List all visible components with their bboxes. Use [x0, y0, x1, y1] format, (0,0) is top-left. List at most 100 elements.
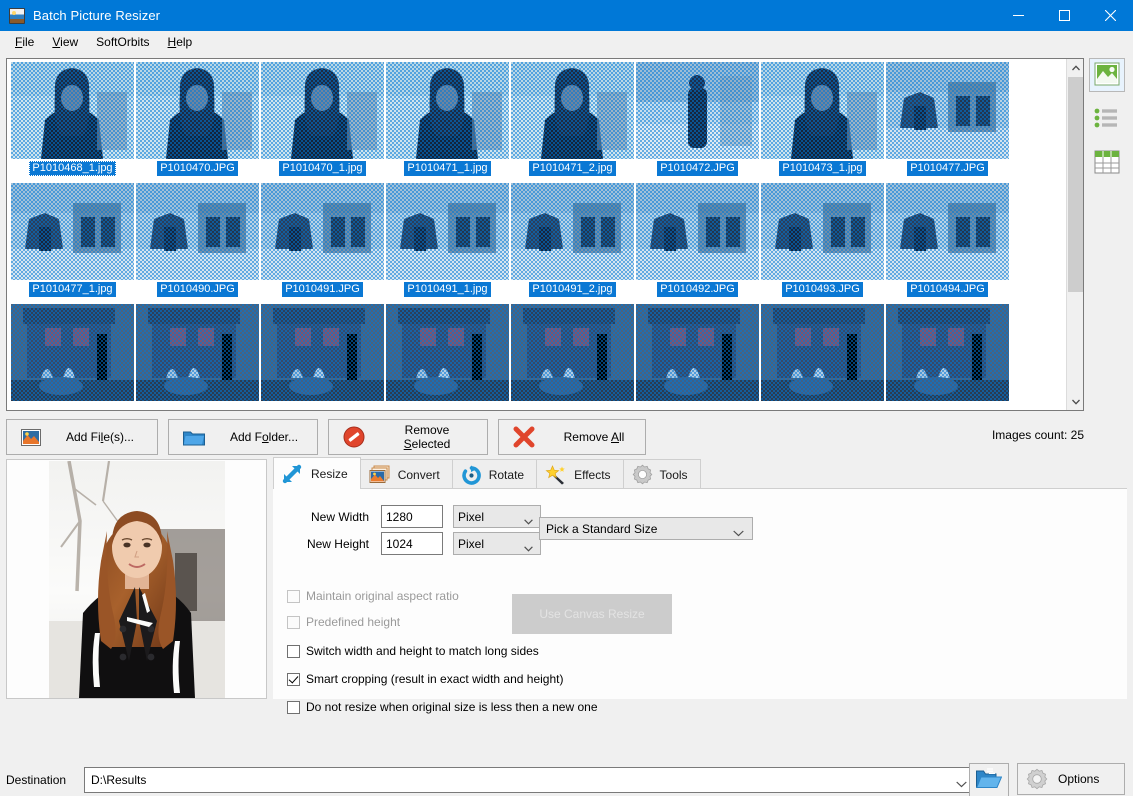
- list-icon: [1094, 107, 1120, 132]
- smart-cropping-checkbox[interactable]: Smart cropping (result in exact width an…: [287, 672, 563, 686]
- thumbnail-label: P1010471_1.jpg: [404, 161, 490, 176]
- menu-softorbits[interactable]: SoftOrbits: [87, 32, 158, 52]
- predefined-height-label: Predefined height: [306, 615, 400, 629]
- thumbnail-item[interactable]: [510, 304, 635, 410]
- thumbnail-image-wrapper: [511, 183, 634, 280]
- thumbnail-item[interactable]: P1010490.JPG: [135, 183, 260, 303]
- tab-convert[interactable]: Convert: [360, 459, 453, 489]
- minimize-button[interactable]: [995, 0, 1041, 31]
- thumbnail-item[interactable]: P1010468_1.jpg: [10, 62, 135, 182]
- standard-size-value: Pick a Standard Size: [546, 522, 657, 536]
- rotate-icon: [461, 465, 482, 485]
- thumbnail-image-wrapper: [261, 304, 384, 401]
- remove-selected-label: Remove Selected: [381, 423, 473, 451]
- thumbnail-image-wrapper: [11, 62, 134, 159]
- thumbnail-label: P1010492.JPG: [657, 282, 738, 297]
- thumbnail-image: [11, 62, 134, 159]
- scrollbar-thumb[interactable]: [1068, 77, 1083, 292]
- thumbnail-image: [136, 183, 259, 280]
- thumbnail-item[interactable]: P1010470.JPG: [135, 62, 260, 182]
- chevron-down-icon: [733, 526, 744, 540]
- add-folder-button[interactable]: Add Folder...: [168, 419, 318, 455]
- resize-tab-panel: New Width Pixel New Height Pixel: [273, 488, 1127, 699]
- thumbnail-item[interactable]: P1010491.JPG: [260, 183, 385, 303]
- tab-resize[interactable]: Resize: [273, 457, 361, 489]
- new-width-unit-select[interactable]: Pixel: [453, 505, 541, 528]
- thumbnail-image: [761, 304, 884, 401]
- menu-file[interactable]: FFileile: [6, 32, 43, 52]
- checkbox-box: [287, 590, 300, 603]
- thumbnail-item[interactable]: P1010492.JPG: [635, 183, 760, 303]
- thumbnail-image-wrapper: [261, 62, 384, 159]
- thumbnail-image-wrapper: [511, 304, 634, 401]
- thumbnail-item[interactable]: [10, 304, 135, 410]
- thumbnail-image-wrapper: [11, 183, 134, 280]
- do-not-resize-checkbox[interactable]: Do not resize when original size is less…: [287, 700, 598, 714]
- folder-open-icon: [976, 768, 1002, 792]
- thumbnail-item[interactable]: P1010491_2.jpg: [510, 183, 635, 303]
- thumbnail-item[interactable]: [385, 304, 510, 410]
- menu-help[interactable]: Help: [159, 32, 202, 52]
- file-list-panel[interactable]: P1010468_1.jpg P1010470.JPG P1010470_1.jpg…: [6, 58, 1084, 411]
- new-width-input[interactable]: [381, 505, 443, 528]
- scroll-up-button[interactable]: [1067, 59, 1084, 76]
- close-button[interactable]: [1087, 0, 1133, 31]
- thumbnail-item[interactable]: P1010471_2.jpg: [510, 62, 635, 182]
- thumbnail-item[interactable]: P1010491_1.jpg: [385, 183, 510, 303]
- thumbnail-item[interactable]: P1010472.JPG: [635, 62, 760, 182]
- smart-cropping-label: Smart cropping (result in exact width an…: [306, 672, 563, 686]
- options-button[interactable]: Options: [1017, 763, 1125, 795]
- thumbnail-item[interactable]: P1010470_1.jpg: [260, 62, 385, 182]
- checkbox-box: [287, 645, 300, 658]
- new-height-unit-select[interactable]: Pixel: [453, 532, 541, 555]
- destination-combobox[interactable]: D:\Results: [84, 767, 977, 793]
- thumbnail-image-wrapper: [136, 62, 259, 159]
- chevron-down-icon: [956, 777, 967, 791]
- thumbnail-image: [261, 304, 384, 401]
- maximize-button[interactable]: [1041, 0, 1087, 31]
- browse-destination-button[interactable]: [969, 763, 1009, 796]
- thumbnails-view-button[interactable]: [1089, 58, 1125, 92]
- thumbnail-image: [636, 62, 759, 159]
- thumbnail-item[interactable]: P1010477_1.jpg: [10, 183, 135, 303]
- menu-view[interactable]: View: [43, 32, 87, 52]
- thumbnail-item[interactable]: [135, 304, 260, 410]
- tab-effects[interactable]: Effects: [536, 459, 623, 489]
- predefined-height-checkbox: Predefined height: [287, 615, 400, 629]
- thumbnail-image-wrapper: [886, 304, 1009, 401]
- folder-icon: [183, 429, 205, 446]
- thumbnail-item[interactable]: P1010477.JPG: [885, 62, 1010, 182]
- thumbnail-item[interactable]: P1010494.JPG: [885, 183, 1010, 303]
- file-actions-toolbar: Add File(s)... Add Folder...: [6, 416, 1084, 458]
- thumbnail-item[interactable]: P1010473_1.jpg: [760, 62, 885, 182]
- add-files-label: Add File(s)...: [57, 430, 143, 444]
- thumbnail-item[interactable]: [760, 304, 885, 410]
- remove-selected-button[interactable]: Remove Selected: [328, 419, 488, 455]
- tab-resize-label: Resize: [311, 467, 348, 481]
- thumbnail-label: P1010470.JPG: [157, 161, 238, 176]
- new-height-input[interactable]: [381, 532, 443, 555]
- no-entry-icon: [343, 426, 365, 448]
- thumbnail-item[interactable]: [635, 304, 760, 410]
- thumbnail-image: [511, 304, 634, 401]
- tab-rotate[interactable]: Rotate: [452, 459, 537, 489]
- standard-size-select[interactable]: Pick a Standard Size: [539, 517, 753, 540]
- tab-tools[interactable]: Tools: [623, 459, 701, 489]
- list-view-button[interactable]: [1089, 102, 1125, 136]
- file-list-vertical-scrollbar[interactable]: [1066, 59, 1083, 410]
- thumbnail-item[interactable]: P1010493.JPG: [760, 183, 885, 303]
- new-height-label: New Height: [287, 537, 369, 551]
- maintain-aspect-ratio-label: Maintain original aspect ratio: [306, 589, 459, 603]
- do-not-resize-label: Do not resize when original size is less…: [306, 700, 598, 714]
- remove-all-button[interactable]: Remove All: [498, 419, 646, 455]
- add-files-button[interactable]: Add File(s)...: [6, 419, 158, 455]
- details-view-button[interactable]: [1089, 146, 1125, 180]
- thumbnail-item[interactable]: [260, 304, 385, 410]
- scroll-down-button[interactable]: [1067, 393, 1084, 410]
- thumbnail-item[interactable]: [885, 304, 1010, 410]
- new-height-row: New Height Pixel: [287, 532, 541, 555]
- switch-width-height-checkbox[interactable]: Switch width and height to match long si…: [287, 644, 539, 658]
- thumbnail-image: [886, 62, 1009, 159]
- thumbnail-item[interactable]: P1010471_1.jpg: [385, 62, 510, 182]
- thumbnail-image-wrapper: [761, 304, 884, 401]
